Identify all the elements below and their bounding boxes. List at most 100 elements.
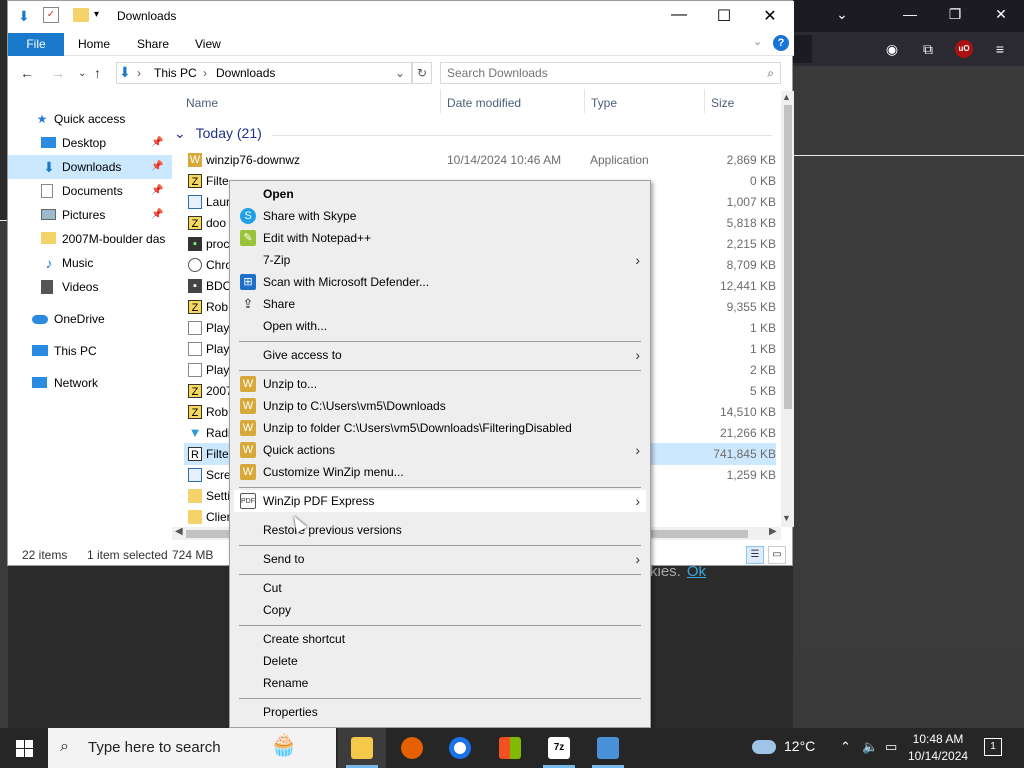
back-icon[interactable]: ← <box>20 65 34 81</box>
taskbar-installer[interactable] <box>584 728 632 768</box>
properties-checkbox-icon[interactable]: ✓ <box>43 7 59 23</box>
forward-icon[interactable]: → <box>51 65 65 81</box>
tab-share[interactable]: Share <box>137 37 169 51</box>
search-box[interactable]: ⌕ <box>440 62 781 84</box>
taskbar-7zip[interactable]: 7z <box>535 728 583 768</box>
scroll-up-icon[interactable]: ▲ <box>782 92 791 102</box>
chevron-down-icon[interactable]: ⌄ <box>832 6 852 23</box>
customize-toolbar-icon[interactable]: ▾ <box>94 9 99 20</box>
taskbar-search[interactable]: ⌕ Type here to search 🧁 <box>48 728 336 768</box>
volume-muted-icon[interactable]: 🔈 <box>862 739 878 755</box>
menu-icon[interactable]: ≡ <box>991 40 1009 58</box>
menu-item-open-with[interactable]: Open with... <box>234 315 646 337</box>
network-icon[interactable]: ▭ <box>885 739 897 755</box>
scroll-left-icon[interactable]: ◀ <box>175 526 183 537</box>
menu-item-copy[interactable]: Copy <box>234 599 646 621</box>
restore-icon[interactable]: ❐ <box>945 6 965 23</box>
weather-widget[interactable]: 12°C <box>752 738 815 755</box>
menu-item-unzip-downloads[interactable]: W Unzip to C:\Users\vm5\Downloads <box>234 395 646 417</box>
taskbar-file-explorer[interactable] <box>338 728 386 768</box>
pin-icon[interactable]: 📌 <box>151 179 163 203</box>
tab-file[interactable]: File <box>8 33 64 56</box>
menu-item-winzip-pdf-express[interactable]: PDF WinZip PDF Express › <box>234 490 646 512</box>
url-bar[interactable] <box>793 35 812 63</box>
table-row[interactable]: Wwinzip76-downwz 10/14/2024 10:46 AM Appli… <box>184 149 776 171</box>
system-clock[interactable]: 10:48 AM 10/14/2024 <box>908 731 968 765</box>
menu-item-properties[interactable]: Properties <box>234 701 646 723</box>
column-name[interactable]: Name <box>186 96 218 112</box>
account-icon[interactable]: ◉ <box>883 40 901 58</box>
help-icon[interactable]: ? <box>773 35 789 51</box>
sidebar-item-music[interactable]: ♪ Music <box>8 251 172 275</box>
scroll-down-icon[interactable]: ▼ <box>782 513 791 523</box>
sidebar-item-onedrive[interactable]: OneDrive <box>8 307 172 331</box>
group-header[interactable]: ⌄ Today (21) <box>174 125 772 142</box>
chevron-down-icon[interactable]: ⌄ <box>174 125 186 141</box>
menu-item-customize-winzip[interactable]: W Customize WinZip menu... <box>234 461 646 483</box>
tab-view[interactable]: View <box>195 37 221 51</box>
address-bar[interactable]: ⬇ › This PC › Downloads ⌄ <box>116 62 412 84</box>
minimize-icon[interactable]: — <box>900 6 920 22</box>
recent-locations-icon[interactable]: ⌄ <box>78 68 86 79</box>
taskbar-firefox[interactable] <box>388 728 436 768</box>
menu-item-give-access[interactable]: Give access to › <box>234 344 646 366</box>
menu-item-create-shortcut[interactable]: Create shortcut <box>234 628 646 650</box>
chevron-right-icon[interactable]: › <box>137 66 141 80</box>
start-button[interactable] <box>0 728 48 768</box>
notification-center-icon[interactable]: 1 <box>984 738 1002 756</box>
pin-icon[interactable]: 📌 <box>151 131 163 155</box>
sidebar-item-downloads[interactable]: ⬇ Downloads 📌 <box>8 155 172 179</box>
pin-icon[interactable]: 📌 <box>151 203 163 227</box>
taskbar-chrome[interactable] <box>436 728 484 768</box>
scroll-right-icon[interactable]: ▶ <box>769 526 777 537</box>
menu-item-edit-notepad[interactable]: ✎ Edit with Notepad++ <box>234 227 646 249</box>
column-divider[interactable] <box>704 89 705 113</box>
sidebar-item-this-pc[interactable]: This PC <box>8 339 172 363</box>
refresh-icon[interactable]: ↻ <box>412 62 432 84</box>
minimize-icon[interactable]: — <box>656 6 702 24</box>
menu-item-share-with-skype[interactable]: S Share with Skype <box>234 205 646 227</box>
sidebar-item-quick-access[interactable]: ★ Quick access <box>8 107 172 131</box>
pin-icon[interactable]: 📌 <box>151 155 163 179</box>
column-divider[interactable] <box>440 89 441 113</box>
close-icon[interactable]: ✕ <box>991 6 1011 23</box>
menu-item-7zip[interactable]: 7-Zip › <box>234 249 646 271</box>
menu-item-share[interactable]: ⇪ Share <box>234 293 646 315</box>
show-hidden-icons-icon[interactable]: ⌃ <box>840 739 851 755</box>
menu-item-delete[interactable]: Delete <box>234 650 646 672</box>
chevron-right-icon[interactable]: › <box>203 66 207 80</box>
sidebar-item-network[interactable]: Network <box>8 371 172 395</box>
sidebar-item-documents[interactable]: Documents 📌 <box>8 179 172 203</box>
sidebar-item-videos[interactable]: Videos <box>8 275 172 299</box>
column-divider[interactable] <box>584 89 585 113</box>
ublock-icon[interactable]: uO <box>955 40 973 58</box>
column-type[interactable]: Type <box>591 96 617 112</box>
sidebar-item-desktop[interactable]: Desktop 📌 <box>8 131 172 155</box>
tab-home[interactable]: Home <box>78 37 110 51</box>
chevron-down-icon[interactable]: ⌄ <box>395 66 405 80</box>
vertical-scrollbar[interactable]: ▲ ▼ <box>781 91 794 527</box>
search-input[interactable] <box>441 63 741 83</box>
breadcrumb-downloads[interactable]: Downloads <box>216 66 275 80</box>
menu-item-rename[interactable]: Rename <box>234 672 646 694</box>
menu-item-open[interactable]: Open <box>234 183 646 205</box>
menu-item-scan-defender[interactable]: ⊞ Scan with Microsoft Defender... <box>234 271 646 293</box>
menu-item-unzip-folder[interactable]: W Unzip to folder C:\Users\vm5\Downloads\… <box>234 417 646 439</box>
details-view-icon[interactable]: ☰ <box>746 546 764 564</box>
breadcrumb-this-pc[interactable]: This PC <box>154 66 197 80</box>
maximize-icon[interactable]: ☐ <box>701 6 747 26</box>
menu-item-send-to[interactable]: Send to › <box>234 548 646 570</box>
menu-item-quick-actions[interactable]: W Quick actions › <box>234 439 646 461</box>
extensions-icon[interactable]: ⧉ <box>919 40 937 58</box>
sidebar-item-folder[interactable]: 2007M-boulder das <box>8 227 172 251</box>
scroll-thumb[interactable] <box>784 105 792 409</box>
close-icon[interactable]: ✕ <box>747 6 793 26</box>
taskbar-store[interactable] <box>486 728 534 768</box>
menu-item-unzip-to[interactable]: W Unzip to... <box>234 373 646 395</box>
expand-ribbon-icon[interactable]: ⌄ <box>753 35 762 48</box>
up-icon[interactable]: ↑ <box>94 65 101 81</box>
sidebar-item-pictures[interactable]: Pictures 📌 <box>8 203 172 227</box>
column-size[interactable]: Size <box>711 96 734 112</box>
menu-item-cut[interactable]: Cut <box>234 577 646 599</box>
large-icons-view-icon[interactable]: ▭ <box>768 546 786 564</box>
